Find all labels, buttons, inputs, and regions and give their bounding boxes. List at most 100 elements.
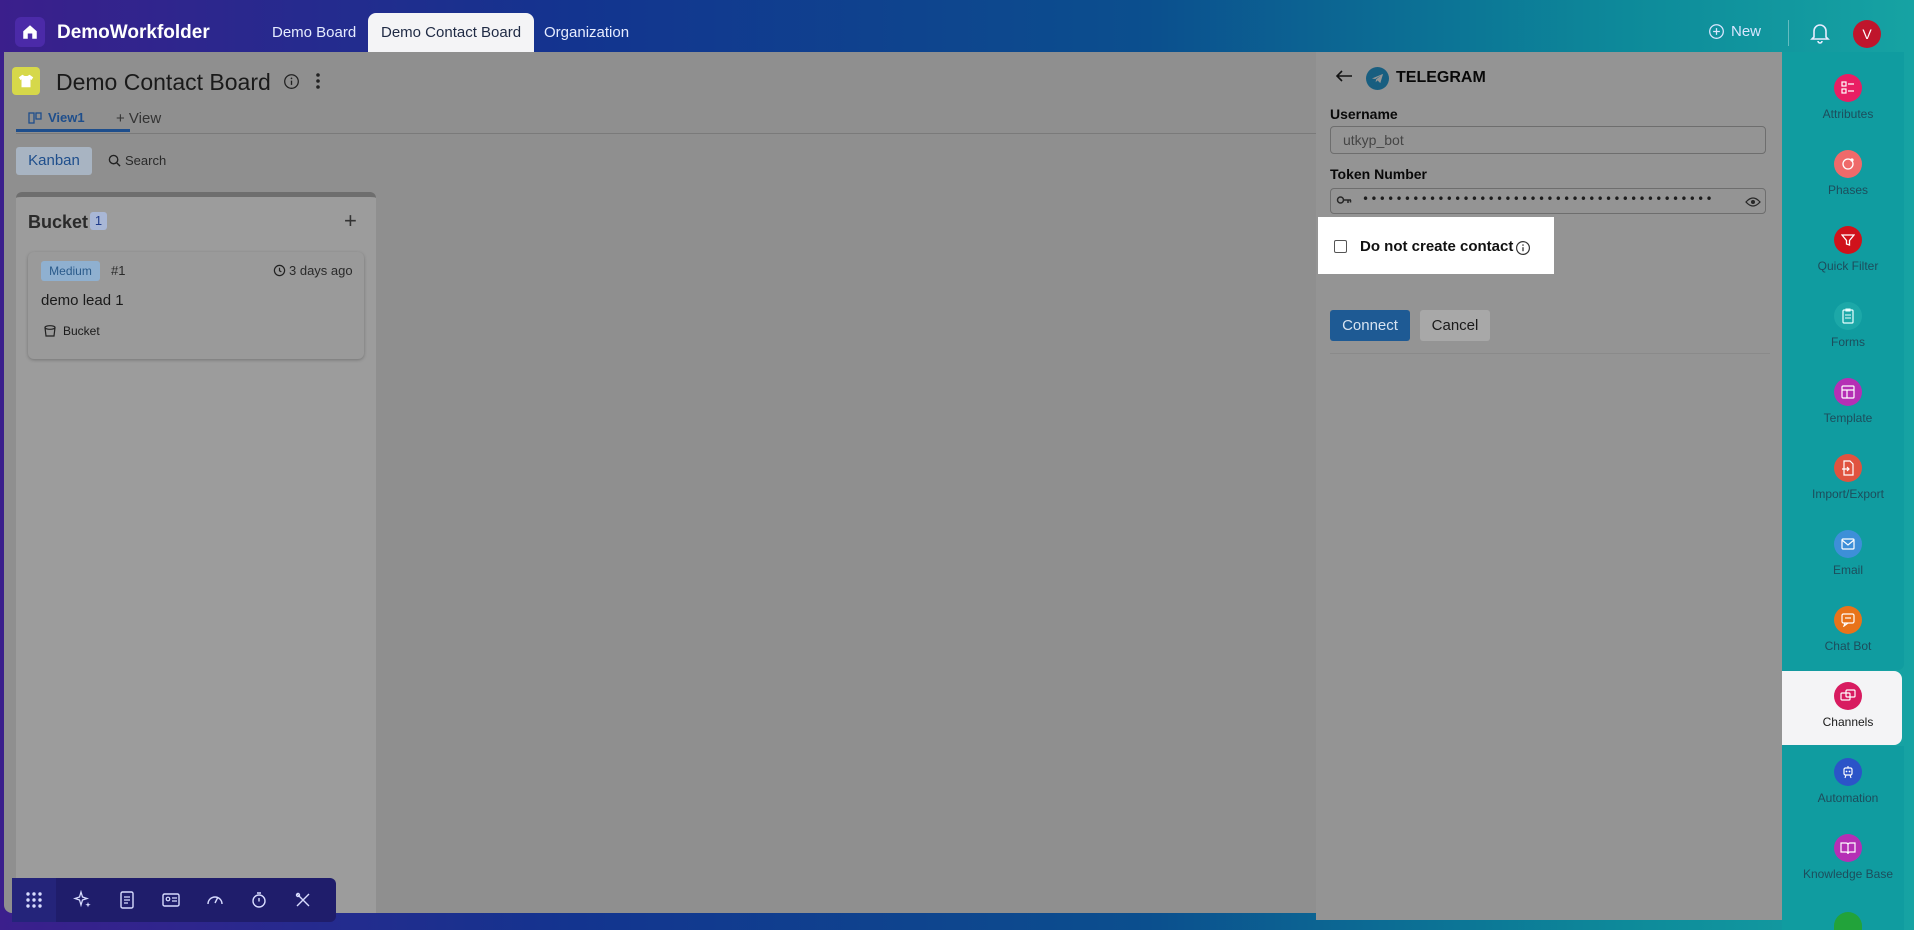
tab-organization[interactable]: Organization <box>531 13 642 52</box>
plus-circle-icon <box>1709 24 1724 39</box>
tab-demo-contact-board[interactable]: Demo Contact Board <box>368 13 535 52</box>
sidebar-item-label: Template <box>1823 411 1873 425</box>
chat-bot-icon <box>1834 606 1862 634</box>
card-time-text: 3 days ago <box>289 263 353 278</box>
header-divider <box>1788 20 1789 46</box>
column-count-badge: 1 <box>90 212 107 230</box>
notes-button[interactable] <box>116 889 138 911</box>
panel-overlay <box>1316 52 1782 920</box>
bell-icon <box>1810 24 1830 44</box>
card-timestamp: 3 days ago <box>273 263 353 278</box>
phases-icon <box>1834 150 1862 178</box>
right-sidebar: Attributes Phases Quick Filter Forms Tem… <box>1782 52 1914 930</box>
sidebar-item-label: Knowledge Base <box>1802 867 1894 881</box>
tools-button[interactable] <box>292 889 314 911</box>
info-icon <box>284 74 299 89</box>
sidebar-item-label: Phases <box>1827 183 1869 197</box>
search-label: Search <box>125 153 167 168</box>
notifications-button[interactable] <box>1810 22 1830 49</box>
automation-icon <box>1834 758 1862 786</box>
timer-icon <box>252 892 266 908</box>
connect-button[interactable]: Connect <box>1330 310 1410 341</box>
sidebar-item-email[interactable]: Email <box>1782 530 1914 577</box>
sidebar-item-label: Attributes <box>1822 107 1874 121</box>
bottom-toolbar <box>12 878 336 922</box>
top-bar: DemoWorkfolder Demo Board Demo Contact B… <box>0 0 1914 52</box>
sidebar-item-label: Email <box>1832 563 1863 577</box>
do-not-create-contact-checkbox[interactable] <box>1334 240 1347 253</box>
template-icon <box>1834 378 1862 406</box>
new-button[interactable]: New <box>1708 23 1761 40</box>
sidebar-item-label: Quick Filter <box>1817 259 1879 273</box>
search-icon <box>108 154 121 167</box>
kanban-button[interactable]: Kanban <box>16 147 92 175</box>
tools-icon <box>295 892 310 907</box>
cancel-button[interactable]: Cancel <box>1420 310 1490 341</box>
sidebar-item-template[interactable]: Template <box>1782 378 1914 425</box>
column-title: Bucket <box>28 212 89 232</box>
app-title: DemoWorkfolder <box>57 22 210 43</box>
sidebar-item-automation[interactable]: Automation <box>1782 758 1914 805</box>
sidebar-item-channels[interactable]: Channels <box>1782 682 1914 729</box>
panel-divider <box>1330 353 1770 354</box>
apps-grid-button[interactable] <box>12 878 56 922</box>
view-tab-label: View1 <box>48 110 85 125</box>
search-button[interactable]: Search <box>108 153 166 168</box>
import-export-icon <box>1834 454 1862 482</box>
priority-badge: Medium <box>41 261 100 281</box>
ai-sparkle-button[interactable] <box>72 889 94 911</box>
id-card-icon <box>162 893 180 907</box>
clock-icon <box>273 264 286 277</box>
shirt-icon <box>18 74 34 88</box>
home-button[interactable] <box>15 17 45 47</box>
do-not-create-contact-label: Do not create contact <box>1360 238 1514 255</box>
sidebar-item-chat-bot[interactable]: Chat Bot <box>1782 606 1914 653</box>
card-title: demo lead 1 <box>41 292 124 309</box>
sidebar-item-label: Forms <box>1831 335 1865 349</box>
add-card-button[interactable]: + <box>344 208 357 234</box>
tab-view1[interactable]: View1 <box>16 106 130 132</box>
sidebar-item-attributes[interactable]: Attributes <box>1782 74 1914 121</box>
user-avatar[interactable]: V <box>1853 20 1881 48</box>
page-title: Demo Contact Board <box>56 69 271 95</box>
sidebar-item-phases[interactable]: Phases <box>1782 150 1914 197</box>
sidebar-item-knowledge-base[interactable]: Knowledge Base <box>1782 834 1914 881</box>
info-icon <box>1516 241 1530 255</box>
card-id: #1 <box>111 263 126 278</box>
tab-demo-board[interactable]: Demo Board <box>259 13 369 52</box>
card-bucket: Bucket <box>43 324 100 338</box>
sidebar-item-quick-filter[interactable]: Quick Filter <box>1782 226 1914 273</box>
board-menu-button[interactable] <box>313 70 323 97</box>
card-bucket-label: Bucket <box>63 324 100 338</box>
contact-card-button[interactable] <box>160 889 182 911</box>
sidebar-item-import-export[interactable]: Import/Export <box>1782 454 1914 501</box>
kebab-menu-icon <box>316 73 320 89</box>
timer-button[interactable] <box>248 889 270 911</box>
lead-card[interactable]: Medium #1 3 days ago demo lead 1 Bucket <box>28 252 364 359</box>
sparkle-icon <box>73 890 91 908</box>
sidebar-item-label: Chat Bot <box>1824 639 1872 653</box>
document-icon <box>120 891 134 909</box>
new-button-label: New <box>1731 23 1762 40</box>
checkbox-info-button[interactable] <box>1515 240 1531 261</box>
grid-icon <box>26 892 42 908</box>
sidebar-item-label: Channels <box>1822 715 1874 729</box>
add-view-button[interactable]: + View <box>116 110 161 127</box>
bucket-icon <box>44 325 56 337</box>
board-info-button[interactable] <box>283 73 300 95</box>
view-settings-icon <box>28 111 42 124</box>
sidebar-item-label: Automation <box>1817 791 1879 805</box>
dashboard-button[interactable] <box>204 889 226 911</box>
board-icon <box>12 67 40 95</box>
forms-icon <box>1834 302 1862 330</box>
attributes-icon <box>1834 74 1862 102</box>
sidebar-bg-top <box>1782 52 1904 670</box>
email-icon <box>1834 530 1862 558</box>
gauge-icon <box>207 896 223 905</box>
channels-icon <box>1834 682 1862 710</box>
view-divider <box>16 133 1316 134</box>
filter-icon <box>1834 226 1862 254</box>
knowledge-base-icon <box>1834 834 1862 862</box>
home-icon <box>23 25 37 39</box>
sidebar-item-forms[interactable]: Forms <box>1782 302 1914 349</box>
